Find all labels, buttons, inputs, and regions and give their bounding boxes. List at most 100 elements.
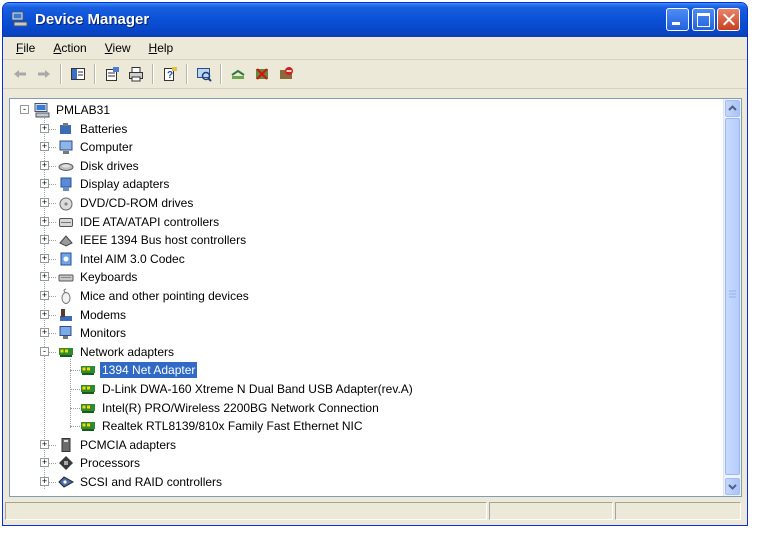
tree-device-node[interactable]: Intel(R) PRO/Wireless 2200BG Network Con…	[80, 399, 381, 417]
display-adapter-icon	[60, 177, 72, 192]
tree-category-node[interactable]: Computer	[58, 138, 135, 156]
properties-button[interactable]	[101, 63, 123, 85]
tree-connector	[70, 359, 71, 428]
device-manager-icon	[11, 11, 28, 27]
vertical-scrollbar[interactable]	[723, 99, 741, 496]
tree-node-label: Realtek RTL8139/810x Family Fast Etherne…	[102, 419, 363, 434]
tree-node-label: D-Link DWA-160 Xtreme N Dual Band USB Ad…	[102, 382, 413, 396]
expand-icon[interactable]: +	[40, 328, 49, 338]
ieee1394-icon	[59, 235, 73, 247]
expand-icon[interactable]: +	[40, 477, 49, 486]
tree-node-label: Processors	[80, 456, 141, 471]
expand-icon[interactable]: +	[40, 439, 49, 449]
status-pane-tertiary	[615, 502, 741, 520]
keyboard-icon	[58, 274, 74, 282]
maximize-button[interactable]	[692, 8, 715, 31]
tree-node-label: IEEE 1394 Bus host controllers	[80, 233, 247, 248]
tree-node-label: 1394 Net Adapter	[100, 362, 198, 379]
tree-node-label: Disk drives	[80, 158, 139, 173]
expand-icon[interactable]: +	[40, 272, 49, 282]
scsi-controller-icon	[58, 476, 74, 488]
device-manager-window: Device Manager File Action View Help ? -…	[2, 2, 748, 526]
minimize-button[interactable]	[666, 8, 689, 31]
expand-icon[interactable]: +	[40, 160, 49, 170]
tree-device-node[interactable]: Realtek RTL8139/810x Family Fast Etherne…	[80, 417, 365, 435]
forward-icon	[38, 70, 50, 78]
update-driver-button[interactable]	[227, 63, 249, 85]
scroll-thumb[interactable]	[725, 118, 740, 475]
network-adapter-icon	[81, 385, 95, 394]
tree-connector	[70, 426, 80, 428]
tree-category-node[interactable]: Mice and other pointing devices	[58, 287, 251, 305]
tree-root-node[interactable]: PMLAB31	[34, 101, 112, 119]
expand-icon[interactable]: +	[40, 216, 49, 226]
scroll-up-button[interactable]	[725, 100, 740, 117]
tree-device-node[interactable]: D-Link DWA-160 Xtreme N Dual Band USB Ad…	[80, 380, 415, 398]
toolbar-separator	[94, 64, 96, 84]
back-button[interactable]	[9, 63, 31, 85]
chevron-up-icon	[728, 105, 737, 111]
expand-icon[interactable]: +	[40, 179, 49, 189]
menu-view[interactable]: View	[96, 39, 140, 57]
tree-connector	[44, 117, 45, 489]
scroll-down-button[interactable]	[725, 478, 740, 495]
expand-icon[interactable]: +	[40, 235, 49, 245]
expand-icon[interactable]: +	[40, 458, 49, 468]
help-button[interactable]: ?	[159, 63, 181, 85]
tree-category-node[interactable]: Network adapters	[58, 343, 176, 361]
tree-node-label: Batteries	[80, 121, 128, 136]
tree-node-label: Monitors	[80, 326, 127, 341]
properties-icon	[106, 67, 119, 81]
uninstall-button[interactable]	[251, 63, 273, 85]
forward-button[interactable]	[33, 63, 55, 85]
expand-icon[interactable]: +	[40, 291, 49, 300]
tree-device-node[interactable]: 1394 Net Adapter	[80, 361, 198, 379]
tree-node-label: IDE ATA/ATAPI controllers	[80, 214, 220, 229]
menu-help[interactable]: Help	[140, 39, 183, 57]
tree-category-node[interactable]: Intel AIM 3.0 Codec	[58, 250, 187, 268]
tree-category-node[interactable]: Monitors	[58, 324, 128, 342]
print-icon	[129, 67, 143, 82]
collapse-icon[interactable]: -	[20, 105, 29, 114]
expand-icon[interactable]: +	[40, 309, 49, 319]
tree-category-node[interactable]: IEEE 1394 Bus host controllers	[58, 231, 248, 249]
tree-node-label: Keyboards	[80, 270, 138, 285]
tree-category-node[interactable]: DVD/CD-ROM drives	[58, 194, 195, 212]
show-hide-tree-button[interactable]	[67, 63, 89, 85]
tree-category-node[interactable]: Modems	[58, 306, 128, 324]
collapse-icon[interactable]: -	[40, 346, 49, 356]
print-button[interactable]	[125, 63, 147, 85]
tree-category-node[interactable]: IDE ATA/ATAPI controllers	[58, 213, 221, 231]
network-adapter-icon	[81, 422, 95, 432]
tree-node-label: Intel AIM 3.0 Codec	[80, 251, 185, 266]
help-icon: ?	[164, 67, 177, 81]
tree-category-node[interactable]: Display adapters	[58, 175, 171, 193]
expand-icon[interactable]: +	[40, 198, 49, 207]
expand-icon[interactable]: +	[40, 142, 49, 152]
tree-node-label: PMLAB31	[56, 103, 111, 117]
ide-controller-icon	[59, 217, 73, 227]
modem-icon	[60, 308, 72, 321]
network-adapter-icon	[81, 366, 95, 376]
tree-category-node[interactable]: PCMCIA adapters	[58, 436, 178, 454]
tree-category-node[interactable]: SCSI and RAID controllers	[58, 473, 224, 491]
disable-button[interactable]	[275, 63, 297, 85]
show-hide-tree-icon	[71, 68, 85, 80]
tree-category-node[interactable]: Keyboards	[58, 268, 139, 286]
tree-node-label: Display adapters	[80, 177, 170, 192]
processor-icon	[59, 456, 73, 471]
scan-hardware-button[interactable]	[193, 63, 215, 85]
tree-category-node[interactable]: Processors	[58, 454, 142, 472]
dvd-drive-icon	[59, 197, 73, 211]
menu-file[interactable]: File	[7, 39, 44, 57]
tree-node-label: SCSI and RAID controllers	[80, 475, 223, 489]
tree-category-node[interactable]: Batteries	[58, 120, 129, 138]
device-tree[interactable]: - PMLAB31 + Batteries + Computer + Disk drives +…	[10, 99, 722, 496]
title-bar[interactable]: Device Manager	[3, 3, 747, 37]
expand-icon[interactable]: +	[40, 123, 49, 133]
close-button[interactable]	[717, 8, 740, 31]
tree-node-label: Computer	[80, 140, 133, 155]
menu-action[interactable]: Action	[44, 39, 95, 57]
tree-category-node[interactable]: Disk drives	[58, 157, 141, 175]
expand-icon[interactable]: +	[40, 253, 49, 263]
